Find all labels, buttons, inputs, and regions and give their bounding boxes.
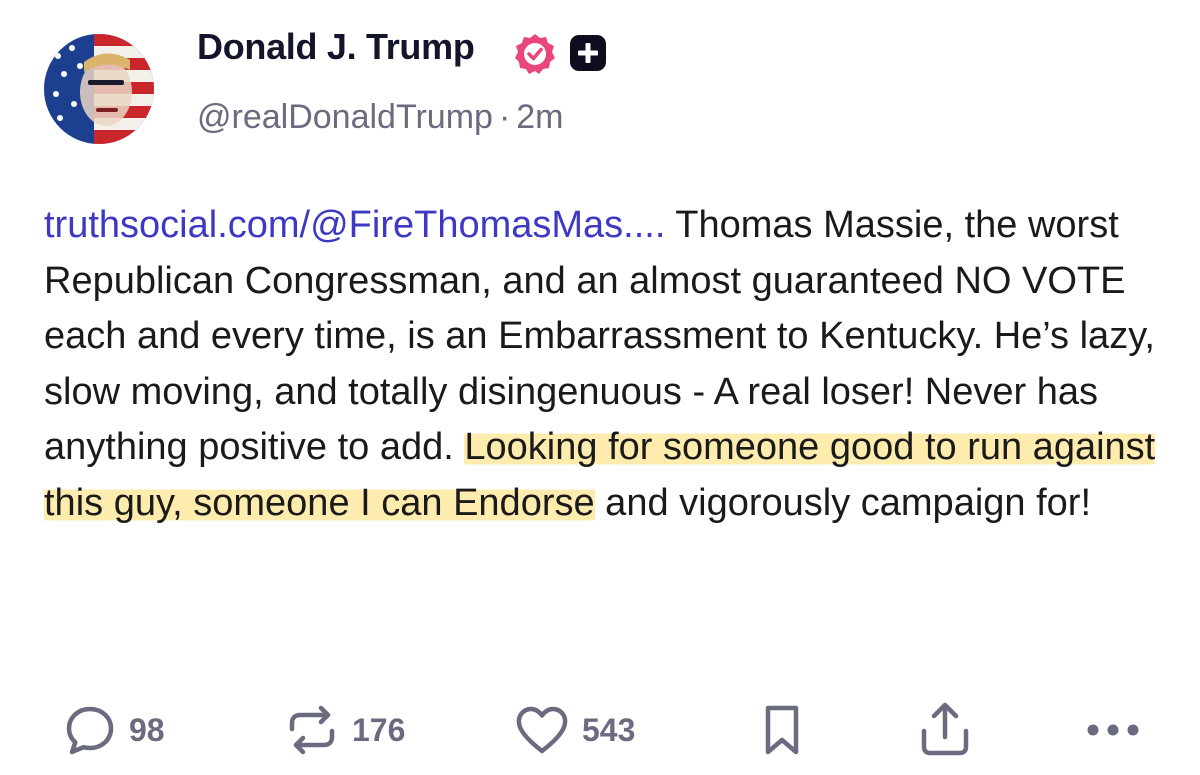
post-time[interactable]: 2m [516, 98, 563, 136]
author-name[interactable]: Donald J. Trump [197, 26, 475, 68]
post-body-end: and vigorously campaign for! [594, 481, 1091, 524]
post-card: Donald J. Trump @realDonaldTrump · 2m trut… [0, 0, 1200, 775]
plus-icon [570, 35, 606, 71]
verified-icon [515, 34, 555, 74]
bookmark-button[interactable] [760, 690, 804, 770]
reply-icon [66, 706, 114, 755]
post-link[interactable]: truthsocial.com/@FireThomasMas.... [44, 204, 665, 246]
more-button[interactable] [1085, 690, 1141, 770]
like-button[interactable]: 543 [514, 690, 635, 770]
repost-icon [289, 705, 335, 755]
share-icon [921, 702, 969, 756]
heart-icon [516, 706, 568, 754]
like-count: 543 [582, 711, 636, 748]
author-handle[interactable]: @realDonaldTrump [197, 98, 493, 136]
action-bar: 98 176 543 [0, 690, 1200, 770]
repost-count: 176 [352, 711, 406, 748]
avatar-image [44, 34, 154, 144]
bookmark-icon [765, 705, 799, 755]
handle-row: @realDonaldTrump · 2m [197, 98, 564, 137]
reply-button[interactable]: 98 [63, 690, 165, 770]
post-text: truthsocial.com/@FireThomasMas.... Thoma… [44, 198, 1174, 531]
repost-button[interactable]: 176 [284, 690, 405, 770]
share-button[interactable] [917, 690, 973, 770]
separator: · [498, 98, 511, 136]
more-icon [1087, 724, 1139, 736]
avatar[interactable] [44, 34, 154, 144]
reply-count: 98 [129, 711, 165, 748]
